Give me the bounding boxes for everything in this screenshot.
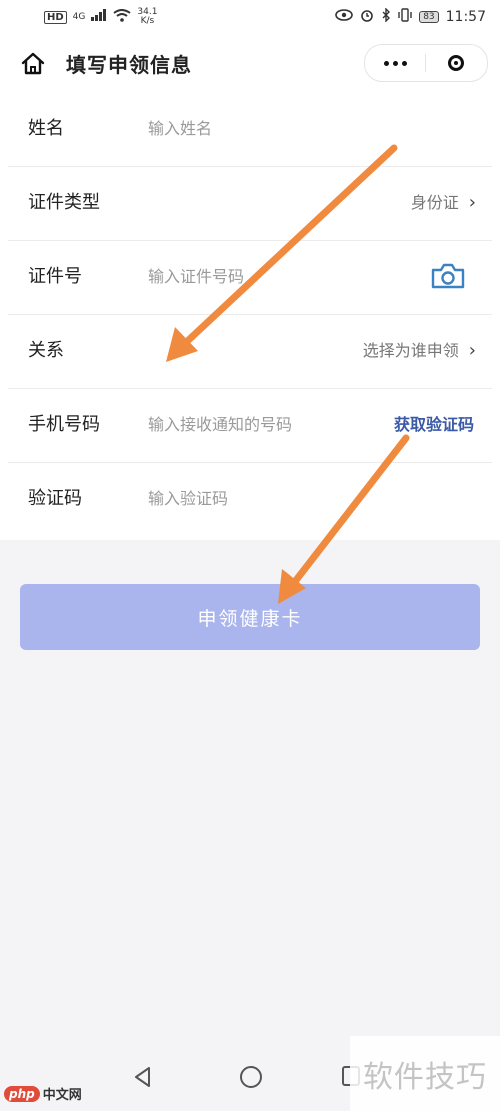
more-icon-dot bbox=[401, 60, 407, 66]
get-code-button[interactable]: 获取验证码 bbox=[394, 388, 474, 462]
name-field[interactable]: 姓名 输入姓名 bbox=[8, 92, 492, 167]
chevron-right-icon: › bbox=[468, 192, 476, 213]
watermark-right: 软件技巧 bbox=[350, 1036, 500, 1111]
vibrate-icon bbox=[398, 8, 412, 26]
php-logo: php bbox=[4, 1085, 40, 1102]
phone-field[interactable]: 手机号码 输入接收通知的号码 获取验证码 bbox=[8, 388, 492, 463]
field-label: 手机号码 bbox=[28, 414, 100, 435]
name-input[interactable]: 输入姓名 bbox=[148, 92, 212, 166]
alarm-icon bbox=[360, 8, 374, 26]
status-right: 83 11:57 bbox=[335, 7, 486, 26]
id-number-input[interactable]: 输入证件号码 bbox=[148, 240, 244, 314]
camera-icon[interactable] bbox=[430, 262, 466, 290]
id-number-field[interactable]: 证件号 输入证件号码 bbox=[8, 240, 492, 315]
phone-input[interactable]: 输入接收通知的号码 bbox=[148, 388, 292, 462]
field-label: 关系 bbox=[28, 340, 64, 361]
back-icon[interactable] bbox=[128, 1062, 158, 1092]
relation-select[interactable]: 选择为谁申领 › bbox=[363, 314, 476, 388]
hd-indicator: HD bbox=[44, 10, 67, 24]
more-button[interactable] bbox=[365, 45, 425, 81]
field-label: 验证码 bbox=[28, 488, 82, 509]
verify-code-field[interactable]: 验证码 输入验证码 bbox=[8, 462, 492, 536]
relation-value: 选择为谁申领 bbox=[362, 341, 459, 360]
wifi-icon bbox=[113, 8, 131, 26]
network-speed: 34.1 K/s bbox=[137, 8, 157, 26]
bluetooth-icon bbox=[381, 7, 391, 26]
id-type-value: 身份证 bbox=[410, 193, 459, 212]
id-type-select[interactable]: 身份证 › bbox=[411, 166, 476, 240]
close-circle-icon bbox=[448, 55, 464, 71]
watermark-left: php 中文网 bbox=[4, 1084, 82, 1103]
close-button[interactable] bbox=[426, 45, 486, 81]
field-label: 姓名 bbox=[28, 118, 64, 139]
more-icon-dot bbox=[392, 60, 398, 66]
more-icon bbox=[383, 60, 389, 66]
status-bar: HD 4G 34.1 K/s 83 11:57 bbox=[0, 0, 500, 34]
mini-program-header: 填写申领信息 bbox=[0, 34, 500, 92]
status-left: HD 4G 34.1 K/s bbox=[44, 8, 157, 26]
signal-icon bbox=[91, 9, 107, 25]
eye-icon bbox=[335, 9, 353, 25]
page-title: 填写申领信息 bbox=[66, 53, 192, 77]
id-type-field[interactable]: 证件类型 身份证 › bbox=[8, 166, 492, 241]
network-type: 4G bbox=[72, 12, 86, 22]
relation-field[interactable]: 关系 选择为谁申领 › bbox=[8, 314, 492, 389]
chevron-right-icon: › bbox=[468, 340, 476, 361]
watermark-left-text: 中文网 bbox=[42, 1088, 82, 1103]
capsule-menu bbox=[364, 44, 488, 82]
verify-code-input[interactable]: 输入验证码 bbox=[148, 462, 228, 536]
home-circle-icon[interactable] bbox=[236, 1062, 266, 1092]
speed-unit: K/s bbox=[140, 16, 155, 26]
field-label: 证件类型 bbox=[28, 192, 100, 213]
field-label: 证件号 bbox=[28, 266, 82, 287]
home-icon bbox=[18, 52, 48, 82]
apply-health-card-button[interactable]: 申领健康卡 bbox=[20, 584, 480, 650]
application-form: 姓名 输入姓名 证件类型 身份证 › 证件号 输入证件号码 关系 选择为谁申领 › … bbox=[0, 92, 500, 540]
clock: 11:57 bbox=[445, 9, 486, 25]
battery-indicator: 83 bbox=[419, 11, 439, 23]
home-button[interactable] bbox=[18, 50, 48, 78]
